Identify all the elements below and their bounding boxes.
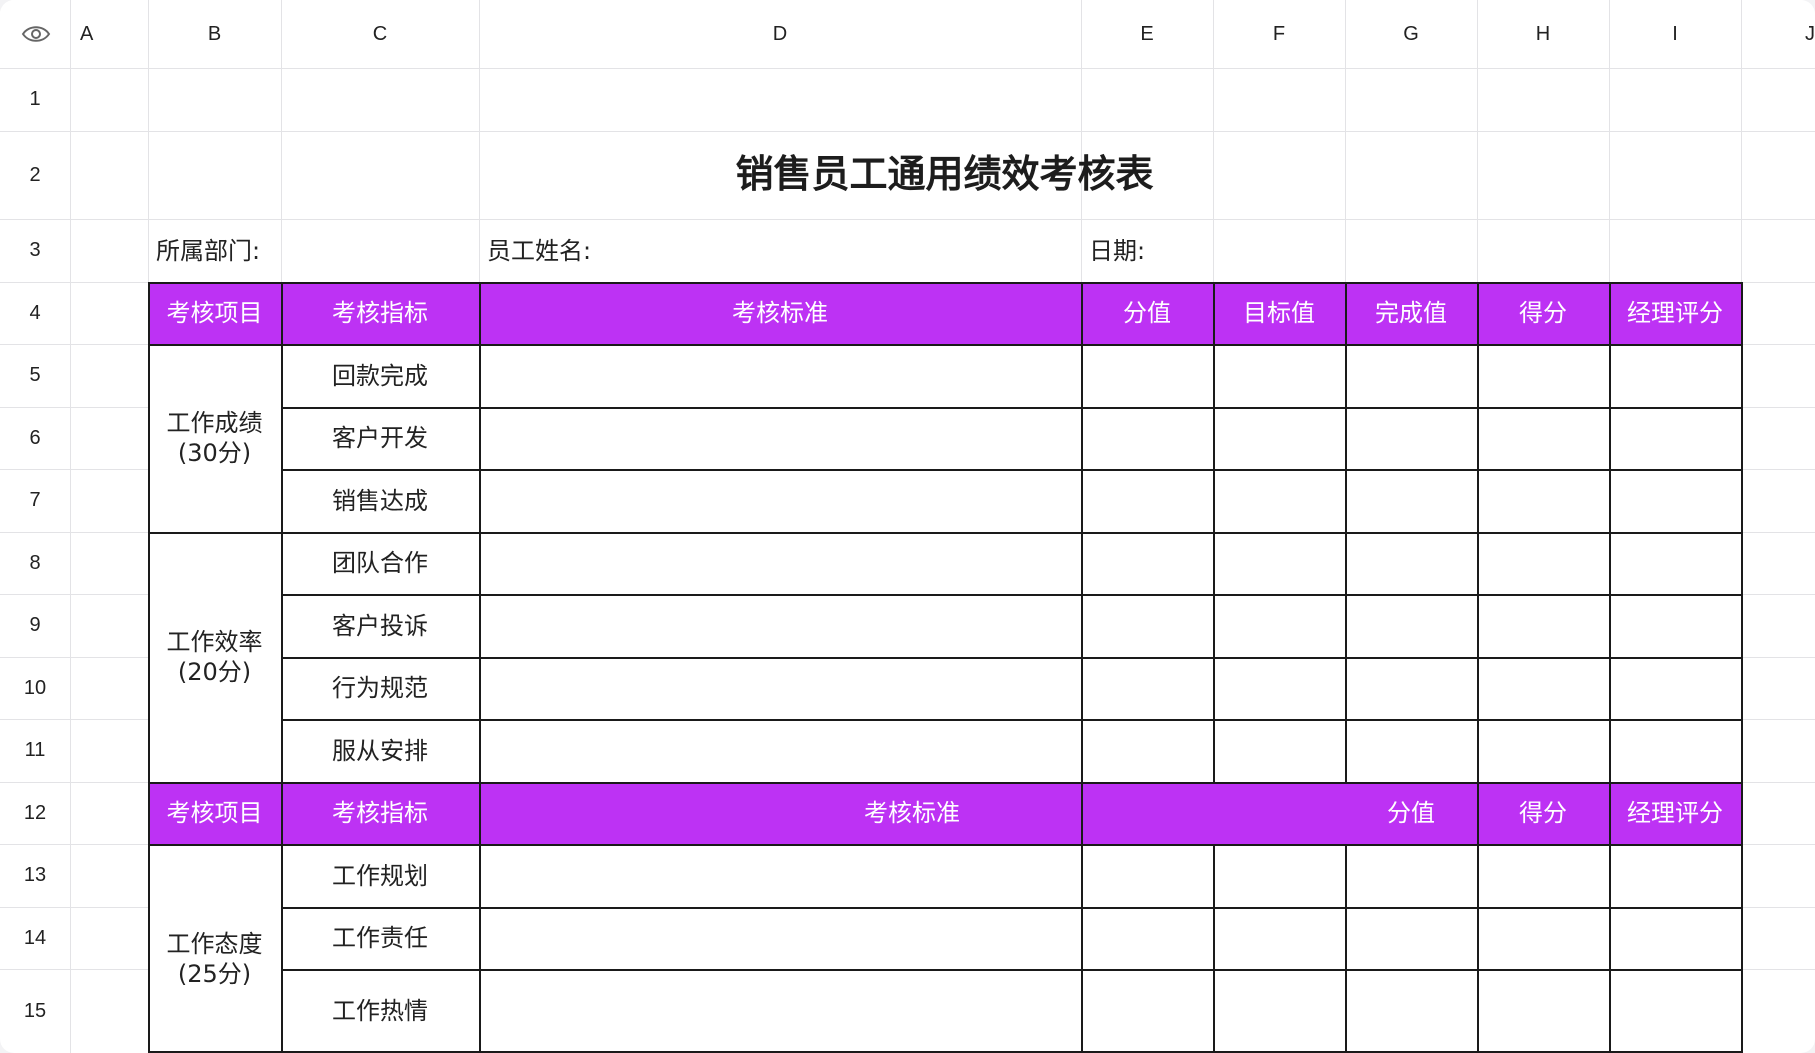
row-header-3[interactable]: 3 [0, 219, 70, 282]
header-cell[interactable]: 考核标准 [479, 282, 1081, 344]
indicator-cell[interactable]: 工作规划 [281, 844, 479, 907]
indicator-cell[interactable]: 销售达成 [281, 469, 479, 532]
category-cell[interactable]: 工作态度 (25分) [148, 844, 281, 1053]
table-border-v [1081, 282, 1083, 1053]
row-header-5[interactable]: 5 [0, 344, 70, 407]
header-cell[interactable]: 考核标准 [479, 782, 1345, 844]
spreadsheet[interactable]: A B C D E F G H I J 1 2 3 4 5 6 7 8 9 10 11 12 13 14 15 销售员工通用绩效… [0, 0, 1815, 1053]
row-header-9[interactable]: 9 [0, 594, 70, 657]
table-border-v [1213, 282, 1215, 1053]
indicator-cell[interactable]: 行为规范 [281, 657, 479, 719]
table-border-v [1741, 282, 1743, 1053]
header-cell[interactable]: 分值 [1081, 282, 1213, 344]
column-header-f[interactable]: F [1213, 0, 1345, 68]
table-border-v [1345, 282, 1347, 1053]
table-border-v [1609, 282, 1611, 1053]
row-header-12[interactable]: 12 [0, 782, 70, 844]
table-border-v [1477, 282, 1479, 1053]
row-header-13[interactable]: 13 [0, 844, 70, 907]
indicator-cell[interactable]: 团队合作 [281, 532, 479, 594]
row-header-2[interactable]: 2 [0, 131, 70, 219]
column-header-a[interactable]: A [80, 0, 148, 68]
gridline-horizontal [0, 68, 1815, 69]
row-header-14[interactable]: 14 [0, 907, 70, 969]
row-header-11[interactable]: 11 [0, 719, 70, 782]
row-header-4[interactable]: 4 [0, 282, 70, 344]
category-cell[interactable]: 工作成绩 (30分) [148, 344, 281, 532]
header-cell[interactable]: 分值 [1345, 782, 1477, 844]
indicator-cell[interactable]: 客户投诉 [281, 594, 479, 657]
row-header-6[interactable]: 6 [0, 407, 70, 469]
column-header-h[interactable]: H [1477, 0, 1609, 68]
row-header-8[interactable]: 8 [0, 532, 70, 594]
header-cell[interactable]: 考核指标 [281, 282, 479, 344]
column-header-b[interactable]: B [148, 0, 281, 68]
indicator-cell[interactable]: 服从安排 [281, 719, 479, 782]
gridline-vertical [70, 0, 71, 1053]
header-cell[interactable]: 得分 [1477, 782, 1609, 844]
column-header-i[interactable]: I [1609, 0, 1741, 68]
column-header-d[interactable]: D [479, 0, 1081, 68]
department-label: 所属部门: [156, 236, 261, 265]
row-header-1[interactable]: 1 [0, 68, 70, 131]
eye-icon[interactable] [14, 18, 58, 50]
header-cell[interactable]: 考核项目 [148, 282, 281, 344]
indicator-cell[interactable]: 回款完成 [281, 344, 479, 407]
column-header-g[interactable]: G [1345, 0, 1477, 68]
header-cell[interactable]: 完成值 [1345, 282, 1477, 344]
table-border-v [479, 282, 481, 1053]
indicator-cell[interactable]: 工作热情 [281, 969, 479, 1053]
row-header-7[interactable]: 7 [0, 469, 70, 532]
column-header-j[interactable]: J [1741, 0, 1815, 68]
header-cell[interactable]: 得分 [1477, 282, 1609, 344]
indicator-cell[interactable]: 客户开发 [281, 407, 479, 469]
page-title: 销售员工通用绩效考核表 [735, 152, 1154, 197]
row-header-15[interactable]: 15 [0, 969, 70, 1053]
date-label: 日期: [1089, 236, 1146, 265]
column-header-e[interactable]: E [1081, 0, 1213, 68]
row-header-10[interactable]: 10 [0, 657, 70, 719]
header-cell[interactable]: 目标值 [1213, 282, 1345, 344]
column-header-c[interactable]: C [281, 0, 479, 68]
employee-name-label: 员工姓名: [487, 236, 592, 265]
indicator-cell[interactable]: 工作责任 [281, 907, 479, 969]
header-cell[interactable]: 考核指标 [281, 782, 479, 844]
header-cell[interactable]: 考核项目 [148, 782, 281, 844]
category-cell[interactable]: 工作效率 (20分) [148, 532, 281, 782]
header-cell[interactable]: 经理评分 [1609, 782, 1741, 844]
header-cell[interactable]: 经理评分 [1609, 282, 1741, 344]
